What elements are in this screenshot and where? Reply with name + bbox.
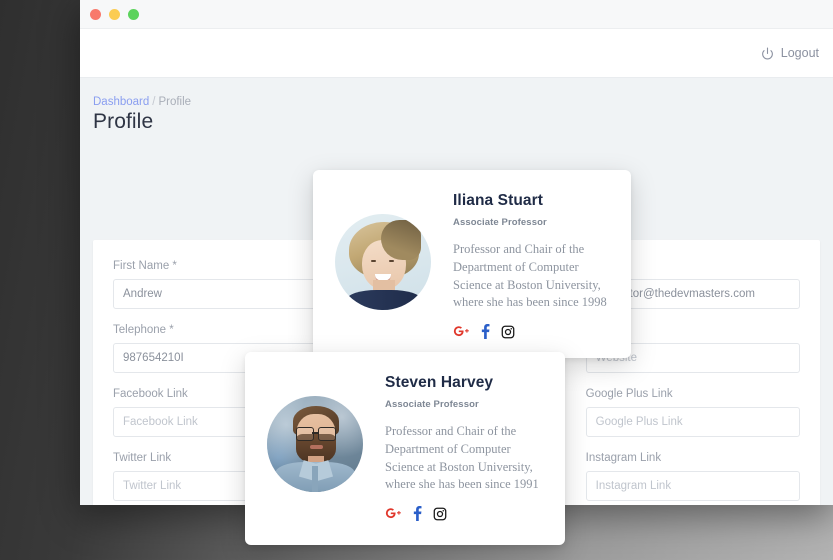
profile-bio: Professor and Chair of the Department of… <box>385 424 539 492</box>
logout-label: Logout <box>780 46 819 60</box>
breadcrumb-current: Profile <box>158 96 192 108</box>
window-close-button[interactable] <box>90 8 101 20</box>
window-titlebar <box>80 0 833 29</box>
form-field-input[interactable]: Instagram Link <box>585 471 800 501</box>
avatar-art <box>381 220 421 260</box>
profile-name: Steven Harvey <box>385 374 494 391</box>
page-title: Profile <box>93 110 154 133</box>
profile-card-iliana[interactable]: Iliana Stuart Associate Professor Profes… <box>313 170 631 358</box>
avatar-art <box>296 427 314 441</box>
form-field-label: Google Plus Link <box>585 388 673 400</box>
form-field-label: Telephone * <box>113 324 174 336</box>
profile-card-body: Steven Harvey Associate Professor Profes… <box>363 372 543 521</box>
avatar-art <box>312 432 318 434</box>
form-field: Google Plus Link Google Plus Link <box>585 388 800 437</box>
form-field-input[interactable]: Google Plus Link <box>585 407 800 437</box>
instagram-icon[interactable] <box>433 507 447 521</box>
form-field-label: First Name * <box>113 260 177 272</box>
page-header: Dashboard / Profile Profile <box>80 78 833 134</box>
avatar-art <box>389 260 394 262</box>
logout-button[interactable]: Logout <box>761 46 819 60</box>
form-field-input[interactable]: Andrew <box>113 279 328 309</box>
form-field: First Name * Andrew <box>113 260 328 309</box>
profile-role: Associate Professor <box>385 399 479 410</box>
avatar <box>267 396 363 492</box>
profile-card-steven[interactable]: Steven Harvey Associate Professor Profes… <box>245 352 565 545</box>
avatar-art <box>371 260 376 262</box>
power-icon <box>761 47 774 60</box>
profile-social-links <box>385 506 543 521</box>
breadcrumb: Dashboard / Profile <box>93 96 833 108</box>
facebook-icon[interactable] <box>481 324 490 339</box>
instagram-icon[interactable] <box>501 325 515 339</box>
profile-name: Iliana Stuart <box>453 192 544 209</box>
profile-bio: Professor and Chair of the Department of… <box>453 242 607 310</box>
avatar-art <box>312 466 318 492</box>
profile-role: Associate Professor <box>453 217 547 228</box>
breadcrumb-dashboard-link[interactable]: Dashboard <box>93 96 149 108</box>
avatar-art <box>347 290 421 310</box>
breadcrumb-separator: / <box>152 96 156 108</box>
profile-card-body: Iliana Stuart Associate Professor Profes… <box>431 190 609 339</box>
avatar <box>335 214 431 310</box>
app-topbar: Logout <box>80 29 833 78</box>
profile-social-links <box>453 324 609 339</box>
form-field-label: Instagram Link <box>585 452 662 464</box>
form-field: Instagram Link Instagram Link <box>585 452 800 501</box>
google-plus-icon[interactable] <box>453 325 470 338</box>
avatar-art <box>310 445 323 449</box>
window-maximize-button[interactable] <box>128 8 139 20</box>
avatar-art <box>318 427 336 441</box>
facebook-icon[interactable] <box>413 506 422 521</box>
google-plus-icon[interactable] <box>385 507 402 520</box>
window-minimize-button[interactable] <box>109 8 120 20</box>
